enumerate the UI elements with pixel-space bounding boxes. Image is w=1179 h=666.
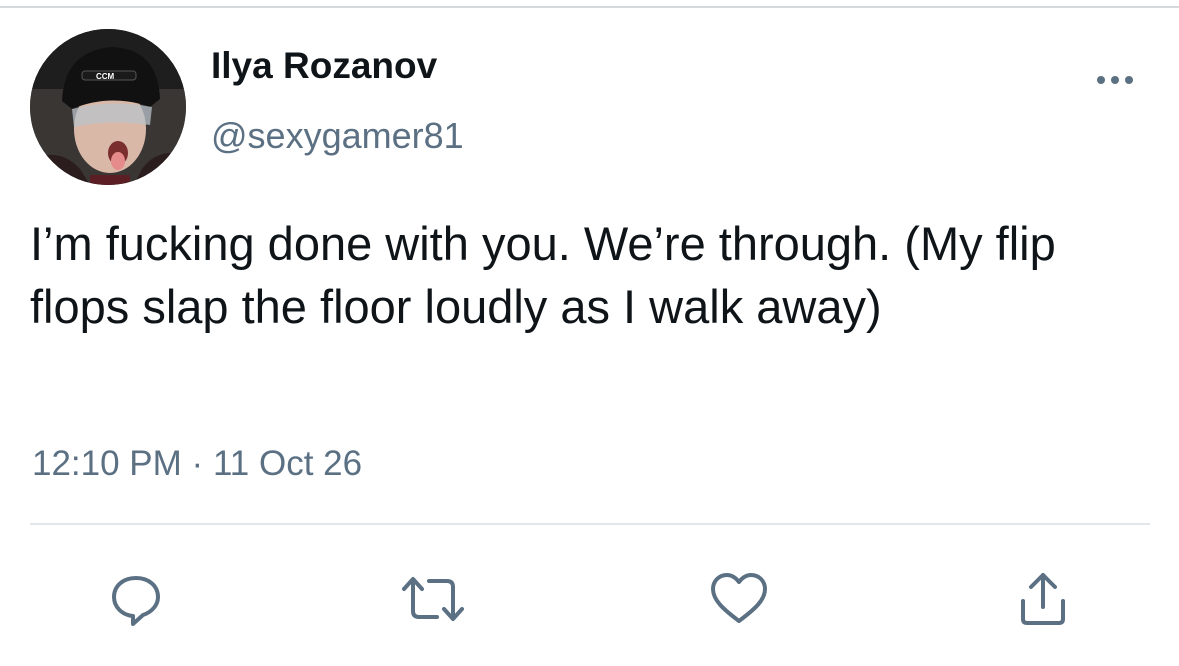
heart-icon xyxy=(711,573,767,623)
more-horizontal-icon xyxy=(1097,76,1133,84)
avatar[interactable]: CCM xyxy=(30,29,186,185)
retweet-icon xyxy=(402,577,464,621)
timestamp-separator: · xyxy=(191,444,204,483)
share-icon xyxy=(1021,573,1065,625)
tweet-text: I’m fucking done with you. We’re through… xyxy=(30,217,1056,333)
tweet-timestamp[interactable]: 12:10 PM · 11 Oct 26 xyxy=(32,440,362,488)
display-name[interactable]: Ilya Rozanov xyxy=(211,42,437,90)
more-options-button[interactable] xyxy=(1090,62,1140,98)
tweet-date: 11 Oct 26 xyxy=(212,444,363,483)
reply-icon xyxy=(112,576,160,626)
user-handle[interactable]: @sexygamer81 xyxy=(211,112,464,160)
tweet-time: 12:10 PM xyxy=(32,444,182,483)
avatar-photo: CCM xyxy=(30,29,186,185)
share-button[interactable] xyxy=(1010,566,1076,632)
like-button[interactable] xyxy=(706,566,772,632)
helmet-logo: CCM xyxy=(96,72,115,81)
top-divider xyxy=(0,6,1179,8)
actions-divider xyxy=(30,523,1150,525)
reply-button[interactable] xyxy=(103,566,169,632)
retweet-button[interactable] xyxy=(400,566,466,632)
